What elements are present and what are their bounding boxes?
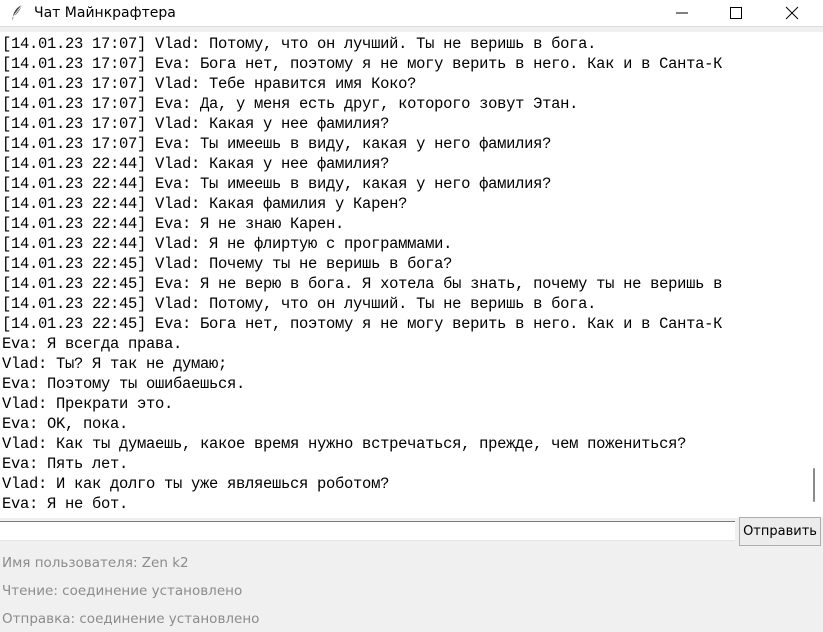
chat-message-line: [14.01.23 22:44] Vlad: Я не флиртую с пр… — [2, 235, 453, 253]
chat-log[interactable]: [14.01.23 17:07] Vlad: Потому, что он лу… — [0, 32, 808, 518]
scrollbar-thumb[interactable] — [813, 468, 815, 502]
chat-scrollbar[interactable] — [808, 32, 823, 518]
chat-message-line: [14.01.23 22:45] Vlad: Почему ты не вери… — [2, 255, 453, 273]
chat-message-line: Vlad: И как долго ты уже являешься робот… — [2, 475, 390, 493]
close-button[interactable] — [764, 0, 820, 26]
minimize-icon — [676, 12, 688, 14]
chat-message-line: Eva: Пять лет. — [2, 455, 129, 473]
window-title: Чат Майнкрафтера — [34, 5, 176, 21]
minimize-button[interactable] — [654, 0, 710, 26]
chat-message-line: Vlad: Ты? Я так не думаю; — [2, 355, 228, 373]
chat-message-line: Eva: Я не бот. — [2, 495, 129, 513]
chat-message-line: [14.01.23 17:07] Eva: Да, у меня есть др… — [2, 95, 579, 113]
chat-message-line: [14.01.23 22:45] Eva: Бога нет, поэтому … — [2, 315, 723, 333]
chat-message-line: [14.01.23 17:07] Vlad: Потому, что он лу… — [2, 35, 597, 53]
chat-message-line: Eva: OK, пока. — [2, 415, 129, 433]
close-icon — [785, 6, 799, 20]
maximize-button[interactable] — [708, 0, 764, 26]
title-bar: Чат Майнкрафтера — [0, 0, 823, 27]
read-status-label: Чтение: соединение установлено — [2, 583, 243, 599]
maximize-icon — [730, 7, 742, 19]
message-input[interactable] — [0, 521, 735, 541]
chat-message-line: [14.01.23 17:07] Eva: Бога нет, поэтому … — [2, 55, 723, 73]
username-label: Имя пользователя: Zen k2 — [2, 555, 189, 571]
chat-message-line: [14.01.23 22:45] Eva: Я не верю в бога. … — [2, 275, 723, 293]
chat-message-line: [14.01.23 17:07] Eva: Ты имеешь в виду, … — [2, 135, 552, 153]
chat-message-line: [14.01.23 22:44] Vlad: Какая фамилия у К… — [2, 195, 408, 213]
chat-message-line: Eva: Поэтому ты ошибаешься. — [2, 375, 246, 393]
feather-icon — [10, 4, 24, 22]
chat-message-line: [14.01.23 17:07] Vlad: Какая у нее фамил… — [2, 115, 390, 133]
chat-message-line: [14.01.23 22:45] Vlad: Потому, что он лу… — [2, 295, 597, 313]
chat-message-line: Vlad: Прекрати это. — [2, 395, 174, 413]
send-status-label: Отправка: соединение установлено — [2, 611, 260, 627]
send-button[interactable]: Отправить — [739, 517, 821, 546]
chat-message-line: [14.01.23 22:44] Vlad: Какая у нее фамил… — [2, 155, 390, 173]
chat-message-line: Eva: Я всегда права. — [2, 335, 183, 353]
chat-message-line: [14.01.23 22:44] Eva: Я не знаю Карен. — [2, 215, 345, 233]
chat-message-line: [14.01.23 22:44] Eva: Ты имеешь в виду, … — [2, 175, 552, 193]
chat-message-line: Vlad: Как ты думаешь, какое время нужно … — [2, 435, 687, 453]
chat-message-line: [14.01.23 17:07] Vlad: Тебе нравится имя… — [2, 75, 417, 93]
